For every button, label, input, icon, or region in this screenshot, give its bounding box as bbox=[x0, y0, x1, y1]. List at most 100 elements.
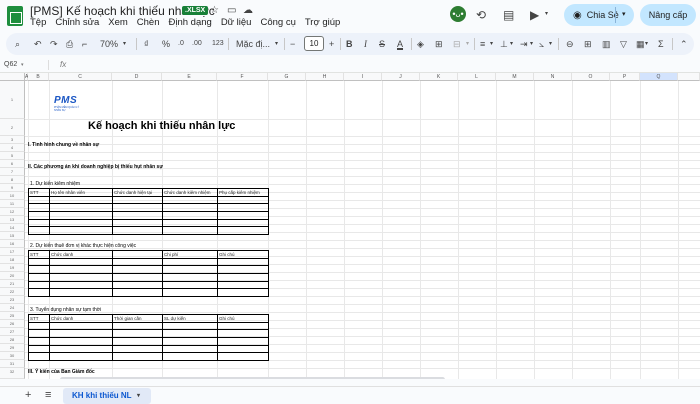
table-cell[interactable] bbox=[112, 265, 163, 275]
table-cell[interactable] bbox=[217, 344, 269, 354]
name-box-dropdown-icon[interactable]: ▾ bbox=[21, 62, 24, 68]
table-cell[interactable] bbox=[28, 203, 50, 213]
table-cell[interactable] bbox=[217, 288, 269, 298]
strikethrough-icon[interactable]: S bbox=[379, 37, 385, 51]
font-dropdown-icon[interactable]: ▾ bbox=[275, 37, 278, 51]
row-header[interactable]: 30 bbox=[0, 352, 25, 360]
menu-view[interactable]: Xem bbox=[108, 17, 128, 28]
column-header[interactable]: L bbox=[458, 73, 496, 81]
row-header[interactable]: 16 bbox=[0, 240, 25, 248]
zoom-dropdown-icon[interactable]: ▾ bbox=[123, 37, 126, 51]
table-cell[interactable] bbox=[112, 352, 163, 362]
table-cell[interactable] bbox=[28, 195, 50, 205]
vertical-align-icon[interactable]: ⊥ bbox=[500, 37, 508, 51]
bold-icon[interactable]: B bbox=[346, 37, 353, 51]
merge-dropdown-icon[interactable]: ▾ bbox=[466, 37, 469, 51]
table-cell[interactable] bbox=[49, 280, 113, 290]
table-header-cell[interactable]: STT bbox=[28, 188, 50, 197]
table-cell[interactable] bbox=[217, 352, 269, 362]
column-header[interactable]: I bbox=[344, 73, 382, 81]
row-header[interactable]: 3 bbox=[0, 136, 25, 144]
share-dropdown-icon[interactable]: ▾ bbox=[622, 10, 626, 18]
table-cell[interactable] bbox=[112, 288, 163, 298]
merge-cells-icon[interactable]: ⊟ bbox=[453, 37, 461, 51]
table-cell[interactable] bbox=[28, 218, 50, 228]
table-cell[interactable] bbox=[217, 329, 269, 339]
row-header[interactable]: 24 bbox=[0, 304, 25, 312]
table-cell[interactable] bbox=[162, 203, 218, 213]
row-header[interactable]: 11 bbox=[0, 200, 25, 208]
table-header-cell[interactable]: Chức danh hiện tại bbox=[112, 188, 163, 197]
name-box[interactable]: Q62 bbox=[4, 61, 17, 68]
table-cell[interactable] bbox=[217, 265, 269, 275]
horizontal-align-icon[interactable]: ≡ bbox=[480, 37, 485, 51]
row-header[interactable]: 7 bbox=[0, 168, 25, 176]
table-header-cell[interactable]: Chức danh kiêm nhiệm bbox=[162, 188, 218, 197]
table-header-cell[interactable]: SL dự kiến bbox=[162, 314, 218, 323]
table-cell[interactable] bbox=[49, 329, 113, 339]
row-header[interactable]: 1 bbox=[0, 81, 25, 119]
meet-icon[interactable]: ▶ bbox=[530, 8, 539, 22]
table-cell[interactable] bbox=[162, 321, 218, 331]
decrease-font-size-icon[interactable]: − bbox=[290, 37, 295, 51]
increase-font-size-icon[interactable]: + bbox=[329, 37, 334, 51]
table-cell[interactable] bbox=[49, 257, 113, 267]
table-header-cell[interactable]: Ghi chú bbox=[217, 314, 269, 323]
table-cell[interactable] bbox=[28, 265, 50, 275]
menu-insert[interactable]: Chèn bbox=[137, 17, 160, 28]
horizontal-scrollbar[interactable] bbox=[60, 377, 445, 379]
table-cell[interactable] bbox=[28, 211, 50, 220]
row-header[interactable]: 4 bbox=[0, 144, 25, 152]
sheet-tab-menu-icon[interactable]: ▾ bbox=[137, 388, 140, 404]
insert-comment-icon[interactable]: ⊞ bbox=[584, 37, 592, 51]
column-header[interactable]: O bbox=[572, 73, 610, 81]
number-format-button[interactable]: 123 bbox=[212, 37, 224, 51]
table-cell[interactable] bbox=[28, 273, 50, 282]
print-icon[interactable]: ⎙ bbox=[66, 37, 73, 51]
table-header-cell[interactable]: Chức danh bbox=[49, 314, 113, 323]
menu-help[interactable]: Trợ giúp bbox=[305, 17, 340, 28]
zoom-select[interactable]: 70% bbox=[100, 37, 118, 51]
row-header[interactable]: 29 bbox=[0, 344, 25, 352]
fill-color-icon[interactable]: ◈ bbox=[417, 37, 424, 51]
table-cell[interactable] bbox=[28, 257, 50, 267]
column-header[interactable]: D bbox=[112, 73, 162, 81]
table-cell[interactable] bbox=[49, 265, 113, 275]
table-cell[interactable] bbox=[112, 257, 163, 267]
row-header[interactable]: 9 bbox=[0, 184, 25, 192]
move-folder-icon[interactable]: ▭ bbox=[227, 5, 236, 16]
table-header-cell[interactable]: STT bbox=[28, 314, 50, 323]
column-header[interactable]: N bbox=[534, 73, 572, 81]
table-cell[interactable] bbox=[217, 273, 269, 282]
column-header[interactable]: B bbox=[28, 73, 49, 81]
row-header[interactable]: 13 bbox=[0, 216, 25, 224]
row-header[interactable]: 6 bbox=[0, 160, 25, 168]
text-rotation-icon[interactable]: ⦣ bbox=[539, 37, 544, 51]
table-cell[interactable] bbox=[49, 226, 113, 236]
functions-icon[interactable]: Σ bbox=[658, 37, 664, 51]
menu-file[interactable]: Tệp bbox=[30, 17, 46, 28]
menu-tools[interactable]: Công cụ bbox=[260, 17, 295, 28]
table-cell[interactable] bbox=[162, 273, 218, 282]
insert-link-icon[interactable]: ⊖ bbox=[566, 37, 574, 51]
table-cell[interactable] bbox=[162, 265, 218, 275]
table-cell[interactable] bbox=[49, 321, 113, 331]
font-select[interactable]: Mặc đị... bbox=[236, 37, 270, 51]
table-cell[interactable] bbox=[162, 226, 218, 236]
table-cell[interactable] bbox=[217, 226, 269, 236]
halign-dropdown-icon[interactable]: ▾ bbox=[490, 37, 493, 51]
wrap-dropdown-icon[interactable]: ▾ bbox=[530, 37, 533, 51]
filter-icon[interactable]: ▽ bbox=[620, 37, 627, 51]
table-header-cell[interactable]: Thời gian cần bbox=[112, 314, 163, 323]
table-header-cell[interactable]: Ghi chú bbox=[217, 250, 269, 259]
row-header[interactable]: 22 bbox=[0, 288, 25, 296]
table-cell[interactable] bbox=[217, 337, 269, 346]
table-header-cell[interactable]: STT bbox=[28, 250, 50, 259]
row-header[interactable]: 2 bbox=[0, 119, 25, 136]
table-cell[interactable] bbox=[49, 288, 113, 298]
column-header[interactable]: P bbox=[610, 73, 640, 81]
table-cell[interactable] bbox=[217, 211, 269, 220]
table-cell[interactable] bbox=[28, 344, 50, 354]
row-header[interactable]: 19 bbox=[0, 264, 25, 272]
table-cell[interactable] bbox=[112, 211, 163, 220]
